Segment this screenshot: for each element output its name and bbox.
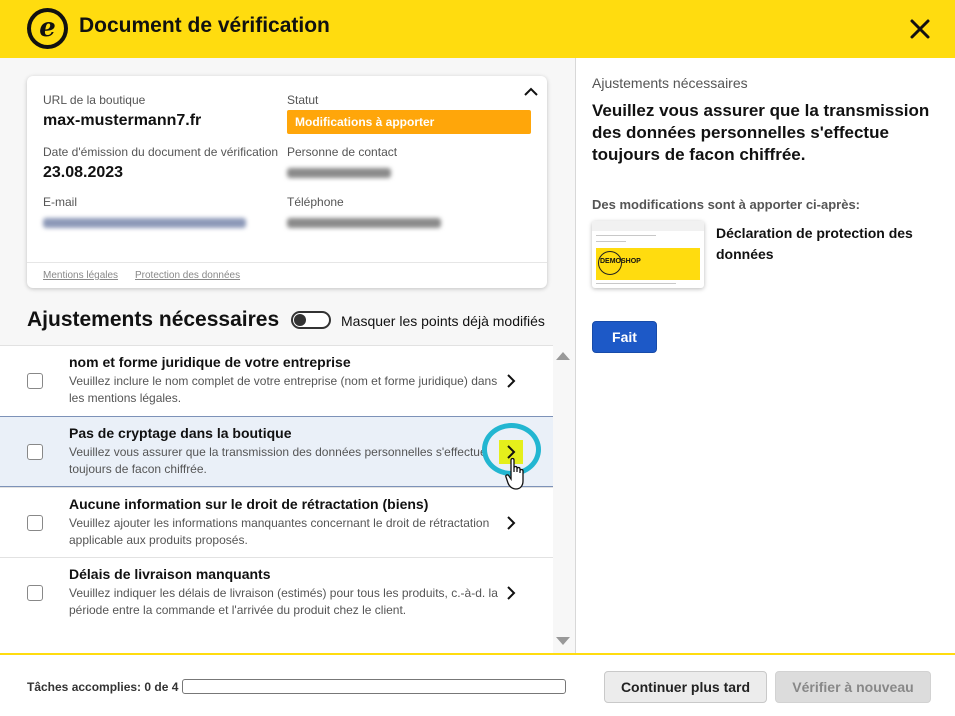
shop-info-card: URL de la boutique max-mustermann7.fr St… <box>27 76 547 288</box>
chevron-right-icon[interactable] <box>503 444 519 460</box>
detail-eyebrow: Ajustements nécessaires <box>592 75 748 91</box>
toggle-knob <box>294 314 306 326</box>
chevron-up-icon[interactable] <box>523 84 539 100</box>
dialog-header: e Document de vérification <box>0 0 955 58</box>
status-label: Statut <box>287 93 319 107</box>
done-button[interactable]: Fait <box>592 321 657 353</box>
trusted-shops-logo: e <box>27 8 68 49</box>
status-badge: Modifications à apporter <box>287 110 531 134</box>
tasks-progress-bar <box>182 679 566 694</box>
tasks-progress-label: Tâches accomplies: 0 de 4 <box>27 680 179 694</box>
verify-again-button: Vérifier à nouveau <box>775 671 931 703</box>
list-item[interactable]: Délais de livraison manquants Veuillez i… <box>0 557 553 628</box>
list-item[interactable]: Aucune information sur le droit de rétra… <box>0 487 553 558</box>
detail-title: Veuillez vous assurer que la transmissio… <box>592 101 930 164</box>
thumbnail-logo-text: DEMOSHOP <box>600 258 641 265</box>
close-icon[interactable] <box>905 14 935 44</box>
card-footer-divider <box>27 262 547 263</box>
phone-label: Téléphone <box>287 195 344 209</box>
document-name[interactable]: Déclaration de protection des données <box>716 223 936 265</box>
chevron-right-icon[interactable] <box>503 585 519 601</box>
hide-modified-toggle[interactable] <box>291 311 331 329</box>
item-checkbox[interactable] <box>27 444 43 460</box>
item-title: Délais de livraison manquants <box>69 566 271 582</box>
document-thumbnail[interactable]: DEMOSHOP <box>592 221 704 288</box>
issue-date: 23.08.2023 <box>43 164 124 181</box>
chevron-right-icon[interactable] <box>503 515 519 531</box>
item-description: Veuillez vous assurer que la transmissio… <box>69 445 487 476</box>
item-checkbox[interactable] <box>27 515 43 531</box>
item-checkbox[interactable] <box>27 585 43 601</box>
legal-notice-link[interactable]: Mentions légales <box>43 270 118 281</box>
list-item[interactable]: Pas de cryptage dans la boutique Veuille… <box>0 416 553 487</box>
email-label: E-mail <box>43 195 78 209</box>
list-scrollbar[interactable] <box>553 345 575 653</box>
scroll-down-icon[interactable] <box>556 637 570 645</box>
contact-name-redacted <box>287 168 391 178</box>
issue-date-label: Date d'émission du document de vérificat… <box>43 145 279 159</box>
dialog-title: Document de vérification <box>79 14 330 37</box>
list-item[interactable]: nom et forme juridique de votre entrepri… <box>0 345 553 416</box>
hide-modified-label: Masquer les points déjà modifiés <box>341 313 545 329</box>
logo-letter: e <box>39 13 56 43</box>
chevron-right-icon[interactable] <box>503 373 519 389</box>
item-description: Veuillez indiquer les délais de livraiso… <box>69 586 498 617</box>
adjustments-title: Ajustements nécessaires <box>27 308 280 331</box>
item-description: Veuillez inclure le nom complet de votre… <box>69 374 498 405</box>
item-checkbox[interactable] <box>27 373 43 389</box>
shop-url-label: URL de la boutique <box>43 93 146 107</box>
scroll-up-icon[interactable] <box>556 352 570 360</box>
detail-subtitle: Des modifications sont à apporter ci-apr… <box>592 197 861 212</box>
item-title: nom et forme juridique de votre entrepri… <box>69 354 351 370</box>
contact-label: Personne de contact <box>287 145 398 159</box>
pane-divider <box>575 58 576 653</box>
item-description: Veuillez ajouter les informations manqua… <box>69 516 490 547</box>
shop-url: max-mustermann7.fr <box>43 112 202 129</box>
phone-redacted <box>287 218 441 228</box>
item-title: Pas de cryptage dans la boutique <box>69 425 292 441</box>
thumbnail-browser-bar <box>592 221 704 231</box>
continue-later-button[interactable]: Continuer plus tard <box>604 671 767 703</box>
adjustments-list: nom et forme juridique de votre entrepri… <box>0 345 553 653</box>
item-title: Aucune information sur le droit de rétra… <box>69 496 429 512</box>
email-redacted <box>43 218 246 228</box>
privacy-link[interactable]: Protection des données <box>135 270 240 281</box>
